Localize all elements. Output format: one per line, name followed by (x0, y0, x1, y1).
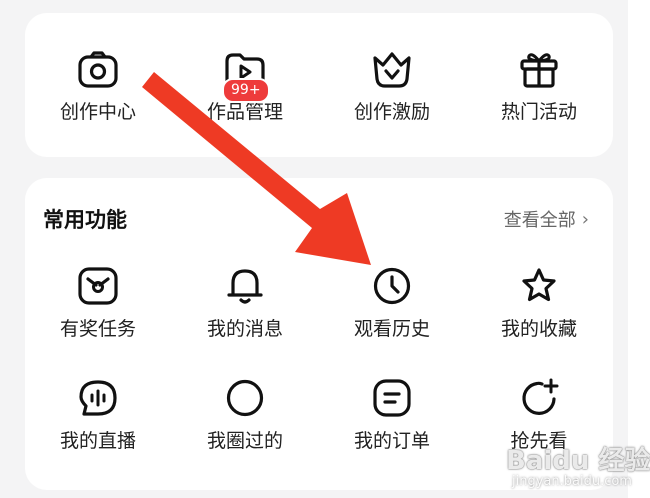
creator-incentive-label: 创作激励 (353, 101, 430, 123)
hot-events-label: 热门活动 (500, 101, 577, 123)
watermark-url: jingyan.baidu.com (512, 474, 632, 489)
camera-icon (78, 51, 118, 88)
view-all-link[interactable]: 查看全部 › (504, 206, 589, 232)
creator-center-label: 创作中心 (59, 101, 136, 123)
my-circled-item[interactable]: 我圈过的 (175, 378, 315, 453)
creator-tools-card: 创作中心 作品管理 创作激励 热门活动 (25, 13, 613, 157)
my-favorites-item[interactable]: 我的收藏 (469, 266, 609, 341)
chevron-right-icon: › (581, 208, 589, 230)
live-audio-icon (79, 380, 117, 416)
right-edge-strip (628, 0, 650, 498)
section-title: 常用功能 (43, 208, 127, 232)
watch-history-item[interactable]: 观看历史 (322, 266, 462, 341)
clock-icon (373, 267, 411, 305)
order-icon (373, 379, 411, 417)
baidu-watermark: Baidu 经验 jingyan.baidu.com (498, 440, 650, 498)
refresh-plus-icon (522, 378, 559, 415)
message-count-badge: 99+ (222, 78, 270, 103)
watermark-text: Baidu 经验 (506, 446, 650, 476)
circle-icon (226, 379, 264, 417)
gift-icon (520, 53, 558, 88)
view-all-label: 查看全部 (503, 210, 576, 231)
my-live-label: 我的直播 (59, 430, 136, 452)
hot-events-item[interactable]: 热门活动 (469, 51, 609, 124)
my-orders-item[interactable]: 我的订单 (322, 378, 462, 453)
bell-icon (227, 269, 263, 304)
creator-incentive-item[interactable]: 创作激励 (322, 51, 462, 124)
my-messages-item[interactable]: 我的消息 (175, 266, 315, 341)
reward-tasks-item[interactable]: 有奖任务 (28, 266, 168, 341)
creator-center-item[interactable]: 创作中心 (28, 51, 168, 124)
my-orders-label: 我的订单 (353, 430, 430, 452)
reward-tasks-label: 有奖任务 (59, 318, 136, 340)
my-favorites-label: 我的收藏 (500, 318, 577, 340)
my-live-item[interactable]: 我的直播 (28, 378, 168, 453)
reward-box-icon (78, 267, 118, 305)
star-icon (522, 268, 556, 302)
my-messages-label: 我的消息 (206, 318, 283, 340)
my-circled-label: 我圈过的 (206, 430, 283, 452)
crown-icon (373, 52, 411, 88)
watch-history-label: 观看历史 (353, 318, 430, 340)
